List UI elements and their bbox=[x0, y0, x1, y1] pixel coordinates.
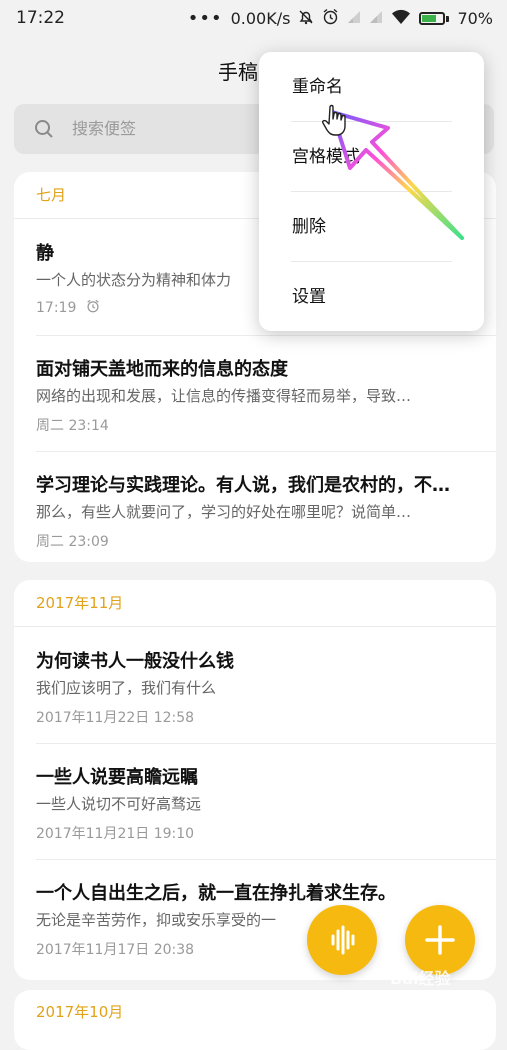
menu-item-settings[interactable]: 设置 bbox=[259, 262, 484, 332]
note-title: 面对铺天盖地而来的信息的态度 bbox=[36, 359, 288, 380]
note-group-2017-10: 2017年10月 bbox=[14, 990, 496, 1050]
menu-item-delete[interactable]: 删除 bbox=[259, 192, 484, 262]
note-preview: 那么，有些人就要问了，学习的好处在哪里呢？说简单… bbox=[36, 503, 412, 521]
note-time: 2017年11月17日 20:38 bbox=[36, 942, 195, 958]
alarm-icon bbox=[322, 8, 339, 29]
menu-item-label: 宫格模式 bbox=[292, 147, 360, 167]
note-title: 一个人自出生之后，就一直在挣扎着求生存。 bbox=[36, 883, 396, 904]
battery-percent: 70% bbox=[457, 9, 493, 28]
group-header: 2017年10月 bbox=[36, 1003, 124, 1021]
search-icon bbox=[34, 119, 54, 143]
menu-item-label: 删除 bbox=[292, 217, 326, 237]
note-time-row: 17:19 bbox=[36, 299, 100, 317]
note-time: 2017年11月22日 12:58 bbox=[36, 710, 195, 726]
list-item[interactable]: 学习理论与实践理论。有人说，我们是农村的，不… 那么，有些人就要问了，学习的好处… bbox=[14, 451, 496, 562]
list-item[interactable]: 为何读书人一般没什么钱 我们应该明了，我们有什么 2017年11月22日 12:… bbox=[14, 627, 496, 743]
note-time: 周二 23:09 bbox=[36, 534, 109, 550]
voice-note-button[interactable] bbox=[307, 905, 377, 975]
menu-item-label: 设置 bbox=[292, 287, 326, 307]
status-bar: 17:22 ••• 0.00K/s 70% bbox=[0, 0, 507, 36]
note-time: 周二 23:14 bbox=[36, 418, 109, 434]
note-time: 17:19 bbox=[36, 300, 77, 316]
silent-bell-icon bbox=[298, 9, 314, 29]
overflow-menu: 重命名 宫格模式 删除 设置 bbox=[259, 52, 484, 331]
list-item[interactable]: 一些人说要高瞻远瞩 一些人说切不可好高骛远 2017年11月21日 19:10 bbox=[14, 743, 496, 859]
alarm-icon bbox=[86, 299, 100, 317]
signal-icon bbox=[347, 9, 361, 28]
note-title: 为何读书人一般没什么钱 bbox=[36, 651, 234, 672]
menu-item-grid-mode[interactable]: 宫格模式 bbox=[259, 122, 484, 192]
status-icons: ••• 0.00K/s 70% bbox=[188, 8, 493, 29]
note-title: 学习理论与实践理论。有人说，我们是农村的，不… bbox=[36, 475, 450, 496]
battery-charging-icon bbox=[419, 12, 450, 25]
note-preview: 一些人说切不可好高骛远 bbox=[36, 795, 202, 813]
menu-item-rename[interactable]: 重命名 bbox=[259, 52, 484, 122]
note-preview: 网络的出现和发展，让信息的传播变得轻而易举，导致… bbox=[36, 387, 412, 405]
signal-icon bbox=[369, 9, 383, 28]
group-header: 2017年11月 bbox=[14, 580, 496, 627]
watermark: Bai经验 bbox=[390, 969, 451, 988]
search-input[interactable] bbox=[72, 104, 262, 154]
wifi-icon bbox=[391, 9, 411, 29]
menu-item-label: 重命名 bbox=[292, 77, 343, 97]
note-time: 2017年11月21日 19:10 bbox=[36, 826, 195, 842]
voice-wave-icon bbox=[331, 925, 355, 955]
list-item[interactable]: 面对铺天盖地而来的信息的态度 网络的出现和发展，让信息的传播变得轻而易举，导致…… bbox=[14, 335, 496, 451]
network-speed: 0.00K/s bbox=[230, 9, 291, 28]
status-time: 17:22 bbox=[16, 8, 65, 28]
more-dots-icon: ••• bbox=[187, 7, 223, 29]
note-preview: 我们应该明了，我们有什么 bbox=[36, 679, 217, 697]
note-title: 一些人说要高瞻远瞩 bbox=[36, 767, 198, 788]
page-title: 手稿 bbox=[218, 60, 258, 84]
